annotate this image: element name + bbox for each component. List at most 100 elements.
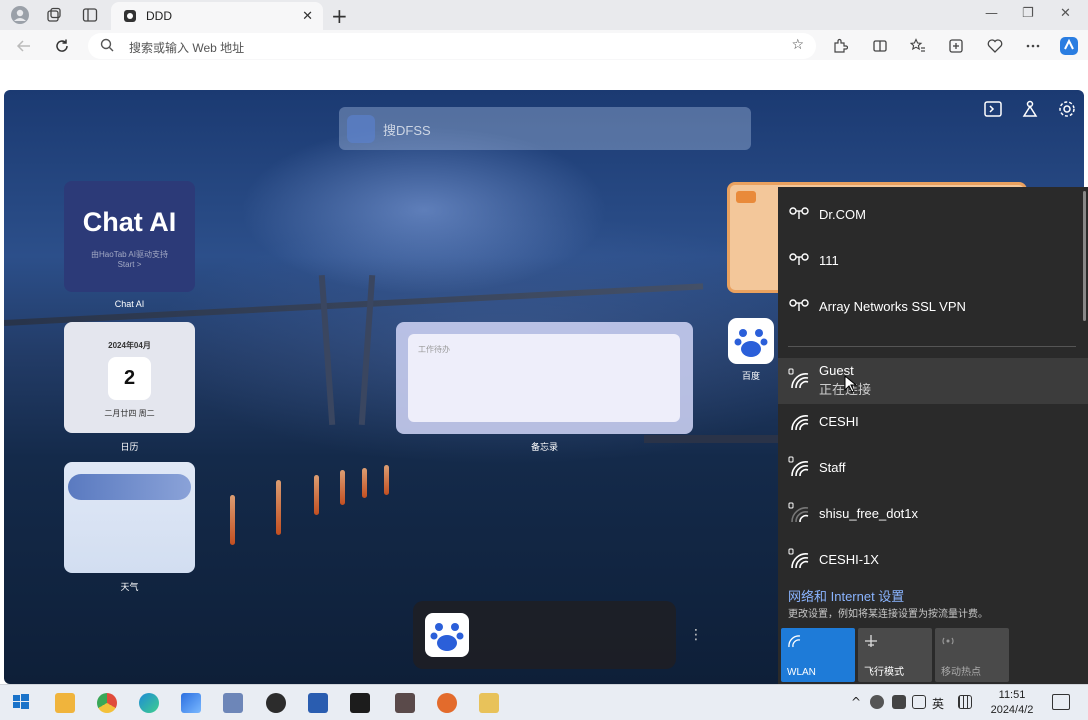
note-input[interactable]: 工作待办 (408, 334, 680, 422)
dock-baidu-app[interactable] (425, 613, 469, 657)
network-name: Dr.COM (819, 207, 866, 222)
file-explorer-icon[interactable] (55, 693, 75, 713)
calendar-card[interactable]: 2024年04月 2 二月廿四 周二 (64, 322, 195, 433)
browser-essentials-icon[interactable] (985, 36, 1005, 56)
app-orange-icon[interactable] (437, 693, 457, 713)
light-reflection (340, 470, 345, 505)
ime-keyboard-icon[interactable] (958, 695, 972, 709)
wifi-item-ceshi-1x[interactable]: CESHI-1X (778, 536, 1088, 582)
vpn-item-array-networks[interactable]: Array Networks SSL VPN (778, 283, 1088, 329)
baidu-label: 百度 (741, 371, 760, 381)
taskbar-clock[interactable]: 11:51 2024/4/2 (988, 688, 1036, 718)
wifi-item-shisu-free-dot1x[interactable]: shisu_free_dot1x (778, 490, 1088, 536)
chat-ai-card[interactable]: Chat AI 由HaoTab AI驱动支持 Start > (64, 181, 195, 292)
wallpaper-icon[interactable] (982, 98, 1004, 120)
vertical-tabs-icon[interactable] (80, 5, 100, 25)
theme-icon[interactable] (1019, 98, 1041, 120)
address-bar[interactable]: 搜索或输入 Web 地址 ☆ (88, 33, 816, 59)
split-screen-icon[interactable] (870, 36, 890, 56)
baidu-paw-icon (430, 623, 464, 651)
vpn-icon (789, 253, 809, 265)
network-name: 111 (819, 253, 839, 268)
wifi-icon (788, 635, 801, 648)
weather-card[interactable] (64, 462, 195, 573)
mobile-hotspot-toggle[interactable]: 移动热点 (935, 628, 1009, 682)
chrome-icon[interactable] (97, 693, 117, 713)
light-reflection (230, 495, 235, 545)
settings-icon[interactable] (1056, 98, 1078, 120)
tray-network-icon[interactable] (912, 695, 926, 709)
wifi-secured-icon (788, 456, 809, 477)
app-yellow-icon[interactable] (479, 693, 499, 713)
weather-bar (68, 474, 191, 500)
network-name: Staff (819, 460, 846, 475)
baidu-shortcut[interactable] (728, 318, 774, 364)
wlan-label: WLAN (787, 667, 816, 678)
note-label: 备忘录 (530, 442, 558, 452)
favorites-icon[interactable] (908, 36, 928, 56)
vpn-item-111[interactable]: 111 (778, 237, 1088, 283)
network-settings-link[interactable]: 网络和 Internet 设置 (788, 586, 904, 605)
chat-ai-label: Chat AI (114, 299, 145, 309)
wlan-toggle[interactable]: WLAN (781, 628, 855, 682)
edge-icon[interactable] (139, 693, 159, 713)
hotspot-icon (942, 637, 954, 645)
chat-ai-start[interactable]: Start > (64, 260, 195, 269)
tab-close-icon[interactable]: ✕ (302, 8, 313, 24)
tab-ddd[interactable]: DDD ✕ (111, 2, 323, 30)
network-settings-description: 更改设置，例如将某连接设置为按流量计费。 (788, 609, 988, 620)
terminal-icon[interactable] (350, 693, 370, 713)
profile-icon[interactable] (10, 5, 30, 25)
back-icon[interactable] (14, 36, 34, 56)
tab-favicon-icon (123, 9, 137, 28)
airplane-mode-label: 飞行模式 (864, 667, 904, 678)
notification-center-icon[interactable] (1052, 694, 1070, 710)
dock-more-icon[interactable]: ⋮ (689, 627, 703, 643)
word-icon[interactable] (308, 693, 328, 713)
extensions-icon[interactable] (830, 36, 850, 56)
favorite-star-icon[interactable]: ☆ (791, 37, 804, 53)
network-flyout: Dr.COM 111 Array Networks SSL VPN Guest … (778, 187, 1088, 684)
collections-icon[interactable] (946, 36, 966, 56)
window-close-icon[interactable]: ✕ (1060, 6, 1071, 21)
minimize-icon[interactable]: — (985, 6, 998, 21)
copilot-icon[interactable] (1059, 36, 1079, 56)
app-blue-icon[interactable] (181, 693, 201, 713)
chat-ai-subtitle: 由HaoTab AI驱动支持 (91, 250, 168, 259)
refresh-icon[interactable] (52, 36, 72, 56)
page-search-bar[interactable]: 搜DFSS (339, 107, 751, 150)
bridge-tower (318, 274, 336, 426)
network-name: CESHI (819, 414, 859, 429)
wifi-secured-icon (788, 368, 809, 389)
vpn-item-drcom[interactable]: Dr.COM (778, 191, 1088, 237)
airplane-mode-toggle[interactable]: 飞行模式 (858, 628, 932, 682)
mobile-hotspot-label: 移动热点 (941, 667, 981, 678)
app-dark-icon[interactable] (395, 693, 415, 713)
tab-title: DDD (146, 9, 172, 23)
tray-chevron-up-icon[interactable]: ^ (851, 695, 861, 709)
notepad-icon[interactable] (223, 693, 243, 713)
vpn-icon (789, 207, 809, 219)
restore-icon[interactable]: ❐ (1022, 6, 1034, 21)
screen: DDD ✕ + — ❐ ✕ 搜索或输入 Web 地址 ☆ 搜DFSS Chat … (0, 0, 1088, 720)
taskbar: ^ 英 11:51 2024/4/2 (0, 684, 1088, 720)
start-windows-icon[interactable] (12, 693, 32, 713)
ime-language[interactable]: 英 (932, 695, 944, 712)
dock (413, 601, 676, 669)
new-tab-icon[interactable]: + (331, 4, 348, 28)
network-name: CESHI-1X (819, 552, 879, 567)
tray-wechat-icon[interactable] (870, 695, 884, 709)
wechat-icon[interactable] (266, 693, 286, 713)
clock-date: 2024/4/2 (990, 704, 1034, 716)
search-engine-logo-icon[interactable] (347, 115, 375, 143)
wifi-item-staff[interactable]: Staff (778, 444, 1088, 490)
workspaces-icon[interactable] (44, 5, 64, 25)
more-options-icon[interactable] (1023, 36, 1043, 56)
clock-time: 11:51 (998, 689, 1026, 701)
wifi-item-ceshi[interactable]: CESHI (778, 398, 1088, 444)
note-card[interactable]: 工作待办 (396, 322, 693, 434)
airplane-icon (865, 635, 877, 647)
vpn-icon (789, 299, 809, 311)
mouse-cursor-icon (844, 375, 858, 393)
tray-app-icon[interactable] (892, 695, 906, 709)
